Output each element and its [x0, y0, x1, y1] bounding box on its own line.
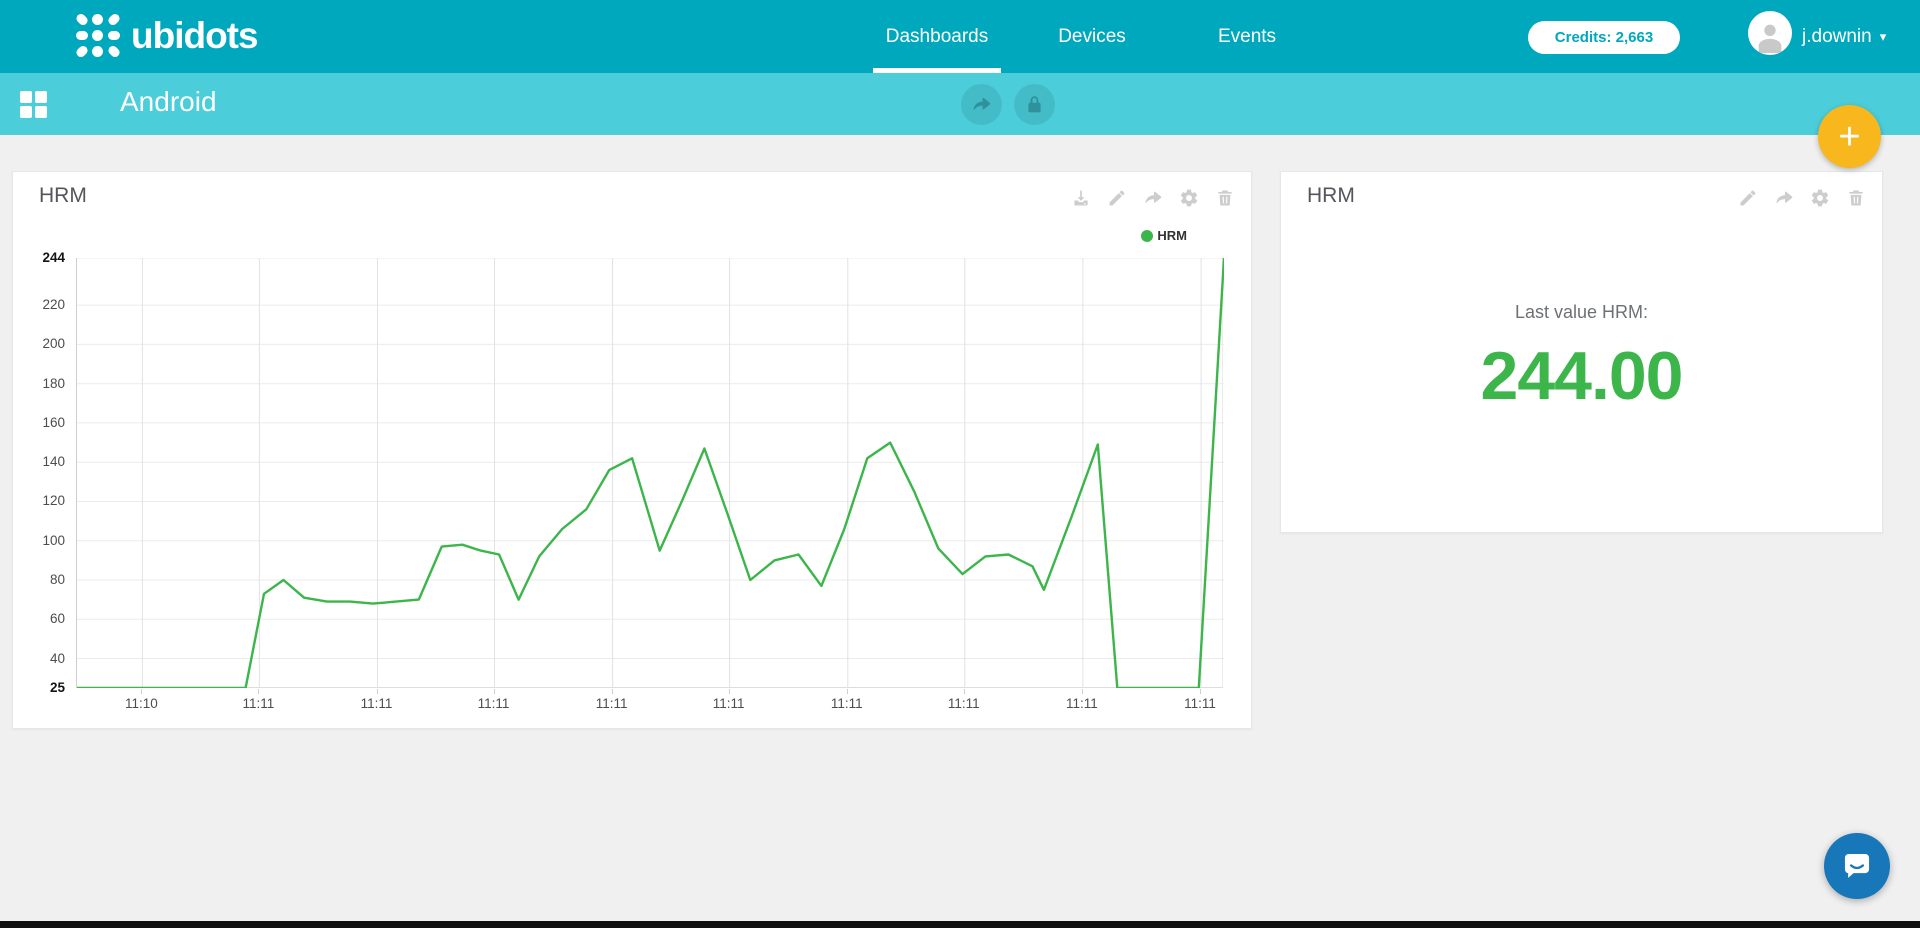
- credits-badge[interactable]: Credits: 2,663: [1528, 21, 1680, 54]
- hrm-metric-widget: HRM Last value HRM: 244.00: [1280, 171, 1883, 533]
- active-tab-underline: [873, 68, 1001, 73]
- delete-trash-icon[interactable]: [1215, 188, 1235, 208]
- x-axis-label: 11:11: [1057, 696, 1107, 711]
- y-axis-label: 220: [13, 297, 65, 312]
- ubidots-logo-icon: [74, 12, 121, 59]
- tab-events-label: Events: [1218, 26, 1276, 48]
- y-axis-label: 140: [13, 454, 65, 469]
- chart-legend: HRM: [1141, 228, 1187, 243]
- x-axis-label: 11:11: [939, 696, 989, 711]
- x-axis-ticks: [76, 689, 1223, 695]
- x-axis-label: 11:10: [116, 696, 166, 711]
- bottom-screen-edge: [0, 921, 1920, 928]
- share-icon[interactable]: [1143, 188, 1163, 208]
- dashboard-header-bar: Android: [0, 73, 1920, 135]
- y-axis-label: 200: [13, 336, 65, 351]
- top-navbar: ubidots Dashboards Devices Events Credit…: [0, 0, 1920, 73]
- y-axis-labels: 24422020018016014012010080604025: [13, 258, 69, 688]
- chat-launcher-button[interactable]: [1824, 833, 1890, 899]
- hrm-line-chart[interactable]: [76, 258, 1223, 688]
- tab-events[interactable]: Events: [1173, 0, 1321, 73]
- y-axis-label: 120: [13, 493, 65, 508]
- logo-text: ubidots: [131, 15, 258, 57]
- y-axis-label: 40: [13, 651, 65, 666]
- chat-bubble-icon: [1840, 849, 1874, 883]
- y-axis-label: 244: [13, 250, 65, 265]
- tab-dashboards-label: Dashboards: [886, 26, 988, 48]
- x-axis-labels: 11:10 11:11 11:11 11:11 11:11 11:11 11:11 11:11…: [76, 696, 1223, 716]
- metric-last-value: 244.00: [1281, 337, 1882, 415]
- delete-trash-icon[interactable]: [1846, 188, 1866, 208]
- y-axis-label: 80: [13, 572, 65, 587]
- chevron-down-icon: ▾: [1880, 29, 1887, 45]
- dashboard-title: Android: [120, 86, 217, 118]
- metric-body: Last value HRM: 244.00: [1281, 302, 1882, 415]
- edit-icon[interactable]: [1738, 188, 1758, 208]
- chart-widget-toolbar: [1071, 188, 1235, 208]
- share-icon[interactable]: [1774, 188, 1794, 208]
- user-menu[interactable]: j.downin ▾: [1802, 0, 1886, 73]
- tab-devices[interactable]: Devices: [1018, 0, 1166, 73]
- metric-widget-toolbar: [1738, 188, 1866, 208]
- x-axis-label: 11:11: [233, 696, 283, 711]
- legend-dot: [1141, 230, 1153, 242]
- x-axis-label: 11:11: [822, 696, 872, 711]
- main-nav: Dashboards Devices Events: [863, 0, 1321, 73]
- add-widget-button[interactable]: +: [1818, 105, 1881, 168]
- ubidots-logo[interactable]: ubidots: [74, 12, 258, 59]
- hrm-chart-widget: HRM HRM 244 220 200 180 160 140 120 100 80 60 40 25…: [12, 171, 1252, 729]
- x-axis-label: 11:11: [1175, 696, 1225, 711]
- person-icon: [1753, 19, 1787, 53]
- y-axis-label: 160: [13, 415, 65, 430]
- y-axis-label: 60: [13, 611, 65, 626]
- metric-caption: Last value HRM:: [1281, 302, 1882, 323]
- settings-gear-icon[interactable]: [1179, 188, 1199, 208]
- tab-devices-label: Devices: [1058, 26, 1126, 48]
- legend-label: HRM: [1157, 228, 1187, 243]
- settings-gear-icon[interactable]: [1810, 188, 1830, 208]
- hrm-chart-svg: [77, 258, 1224, 688]
- widget-title: HRM: [1307, 184, 1355, 208]
- share-icon: [971, 94, 992, 115]
- x-axis-label: 11:11: [704, 696, 754, 711]
- y-axis-label: 180: [13, 376, 65, 391]
- y-axis-label: 25: [13, 680, 65, 695]
- edit-icon[interactable]: [1107, 188, 1127, 208]
- widget-title: HRM: [39, 184, 87, 208]
- dashboards-grid-icon[interactable]: [20, 91, 48, 119]
- lock-dashboard-button[interactable]: [1014, 84, 1055, 125]
- tab-dashboards[interactable]: Dashboards: [863, 0, 1011, 73]
- share-dashboard-button[interactable]: [961, 84, 1002, 125]
- y-axis-label: 100: [13, 533, 65, 548]
- credits-label: Credits: 2,663: [1555, 29, 1653, 46]
- x-axis-label: 11:11: [352, 696, 402, 711]
- lock-icon: [1024, 94, 1045, 115]
- avatar[interactable]: [1748, 11, 1792, 55]
- x-axis-label: 11:11: [587, 696, 637, 711]
- download-icon[interactable]: [1071, 188, 1091, 208]
- x-axis-label: 11:11: [469, 696, 519, 711]
- username: j.downin: [1802, 26, 1872, 48]
